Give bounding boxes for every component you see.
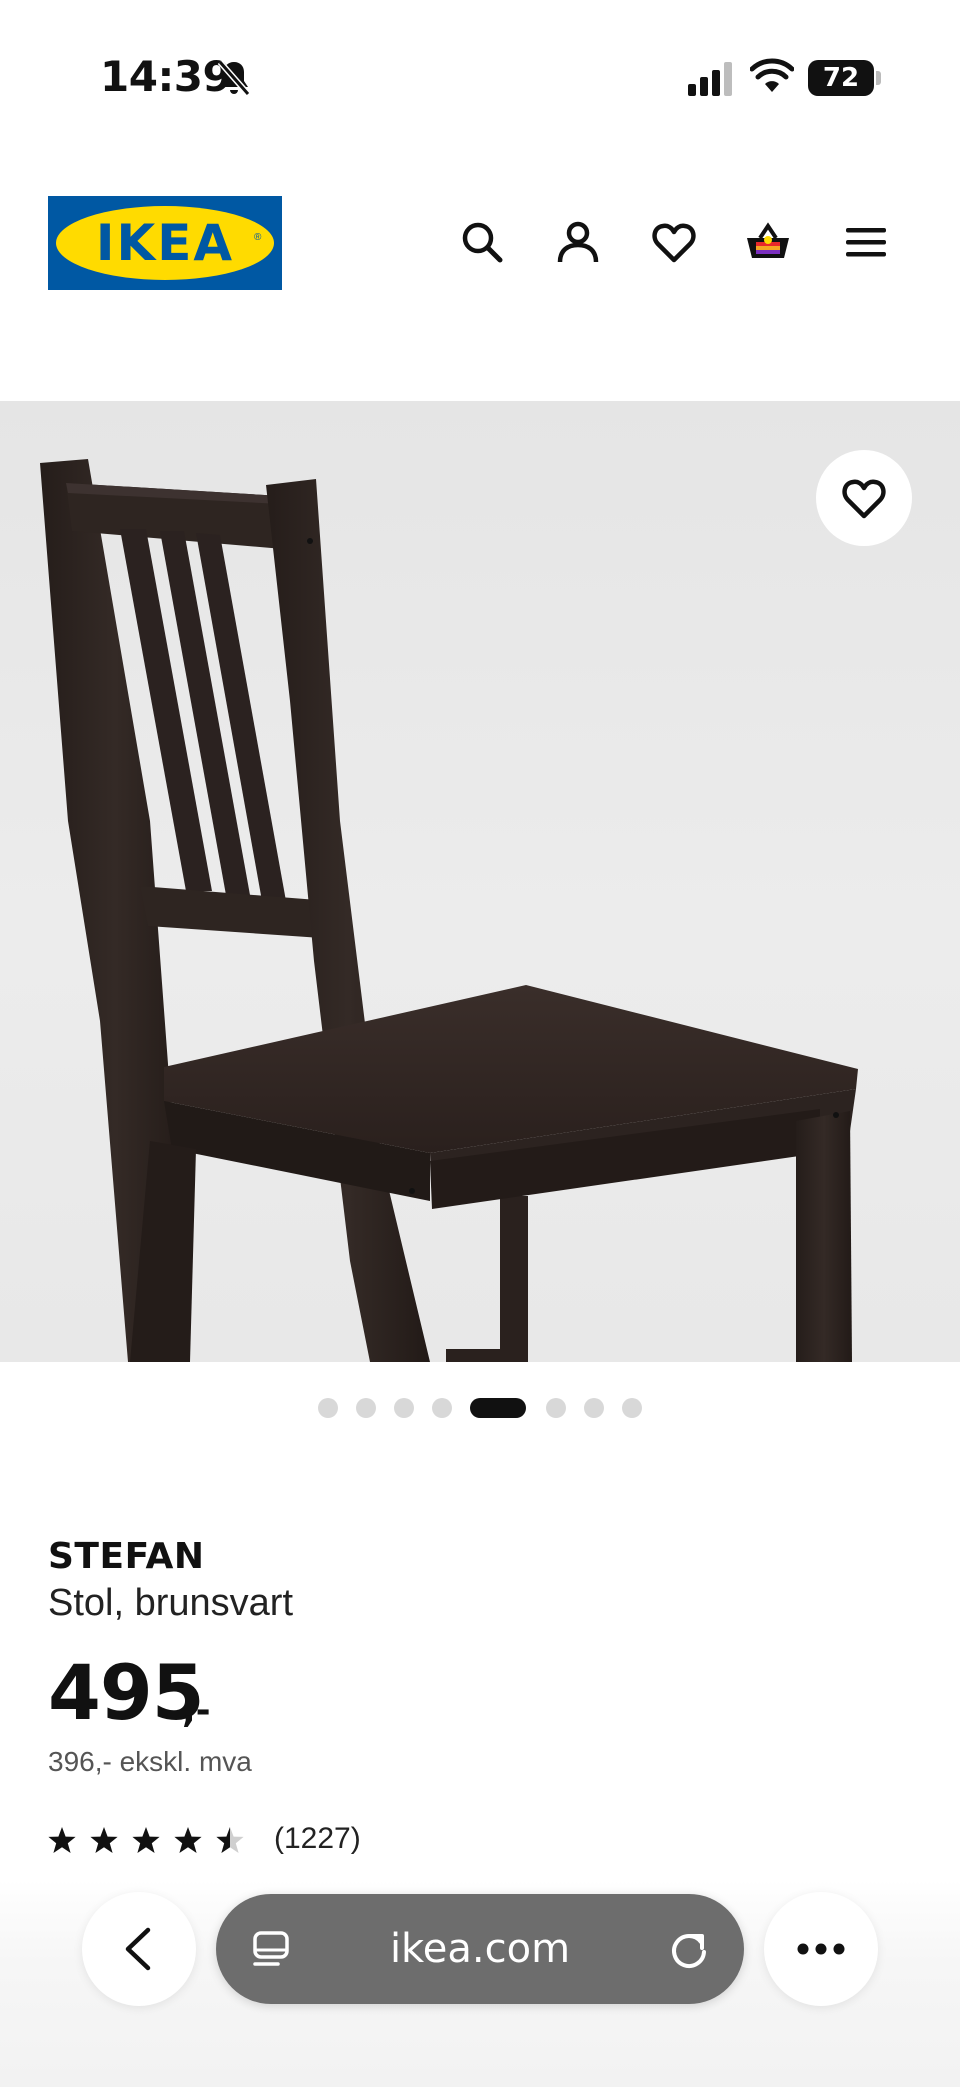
carousel-indicator — [0, 1394, 960, 1420]
battery-nub — [876, 71, 881, 85]
add-to-favorites-button[interactable] — [816, 450, 912, 546]
bell-slash-icon — [217, 60, 251, 96]
more-options-button[interactable] — [764, 1892, 878, 2006]
battery-indicator: 72 — [808, 60, 874, 96]
carousel-dot[interactable] — [318, 1398, 338, 1418]
star-icon — [48, 1827, 76, 1853]
reload-icon[interactable] — [668, 1928, 710, 1970]
product-price-suffix: ,- — [182, 1690, 211, 1731]
carousel-dot[interactable] — [356, 1398, 376, 1418]
back-button[interactable] — [82, 1892, 196, 2006]
logo-registered-mark: ® — [254, 232, 262, 243]
product-description: Stol, brunsvart — [48, 1582, 293, 1624]
search-icon[interactable] — [458, 218, 506, 266]
product-image[interactable] — [0, 401, 960, 1362]
star-icon — [90, 1827, 118, 1853]
carousel-dot[interactable] — [432, 1398, 452, 1418]
star-icon — [132, 1827, 160, 1853]
menu-icon[interactable] — [842, 218, 890, 266]
carousel-dot[interactable] — [584, 1398, 604, 1418]
address-bar[interactable]: ikea.com — [216, 1894, 744, 2004]
chair-illustration — [40, 459, 858, 1362]
star-icon — [174, 1827, 202, 1853]
cart-icon[interactable] — [744, 218, 792, 266]
url-text[interactable]: ikea.com — [216, 1894, 744, 2004]
product-price: 495 — [48, 1648, 205, 1737]
rating-count[interactable]: (1227) — [274, 1822, 361, 1856]
account-icon[interactable] — [554, 218, 602, 266]
wifi-icon — [750, 58, 794, 92]
logo-text: IKEA — [95, 214, 235, 272]
carousel-dot[interactable] — [394, 1398, 414, 1418]
carousel-dot[interactable] — [622, 1398, 642, 1418]
status-time: 14:39 — [100, 52, 232, 101]
status-bar: 14:39 72 — [0, 0, 960, 150]
chevron-left-icon — [125, 1927, 151, 1971]
price-excluding-vat: 396,- ekskl. mva — [48, 1746, 252, 1777]
cellular-signal-icon — [688, 62, 732, 96]
favorites-icon[interactable] — [650, 218, 698, 266]
ellipsis-icon — [797, 1943, 845, 1955]
carousel-dot[interactable] — [546, 1398, 566, 1418]
product-name: STEFAN — [48, 1536, 205, 1577]
rating-stars[interactable] — [48, 1822, 248, 1858]
ikea-logo[interactable]: IKEA ® — [48, 196, 282, 290]
heart-icon — [842, 479, 886, 519]
carousel-dot-active[interactable] — [470, 1398, 526, 1418]
